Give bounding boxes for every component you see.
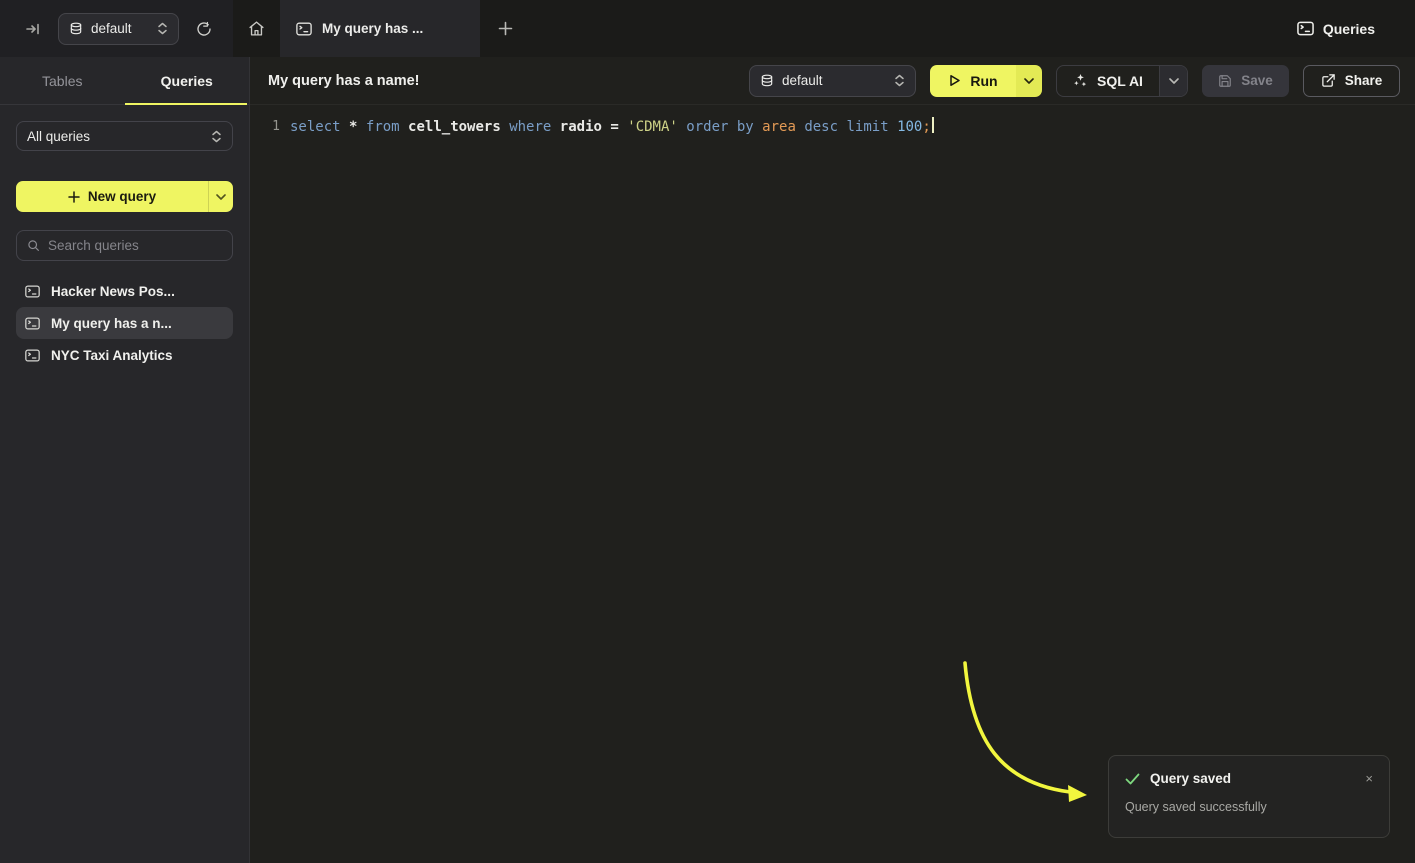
database-icon <box>69 22 83 36</box>
query-terminal-icon <box>296 22 312 36</box>
sidebar-query-item[interactable]: NYC Taxi Analytics <box>16 339 233 371</box>
main-panel: My query has a name! default <box>250 57 1415 863</box>
sidebar-query-item[interactable]: Hacker News Pos... <box>16 275 233 307</box>
sql-ai-button[interactable]: SQL AI <box>1057 66 1159 96</box>
sql-ai-label: SQL AI <box>1097 73 1143 89</box>
updown-chevron-icon <box>894 74 905 87</box>
sql-editor[interactable]: 1 select * from cell_towers where radio … <box>250 105 1415 863</box>
new-query-button[interactable]: New query <box>16 181 233 212</box>
database-icon <box>760 74 774 88</box>
topbar-database-select[interactable]: default <box>58 13 179 45</box>
tab-my-query[interactable]: My query has ... <box>280 0 480 57</box>
home-icon[interactable] <box>233 0 280 57</box>
tab-label: My query has ... <box>322 21 423 36</box>
line-number: 1 <box>250 116 280 138</box>
sidebar-query-label: My query has a n... <box>51 316 172 331</box>
run-button-group: Run <box>930 65 1042 97</box>
search-icon <box>27 239 40 252</box>
query-terminal-icon <box>25 317 40 330</box>
sidebar-tab-queries-label: Queries <box>161 73 213 89</box>
sql-ai-button-group: SQL AI <box>1056 65 1188 97</box>
run-dropdown[interactable] <box>1016 65 1042 97</box>
new-query-main[interactable]: New query <box>16 181 208 212</box>
save-button[interactable]: Save <box>1202 65 1289 97</box>
query-terminal-icon <box>25 285 40 298</box>
share-button[interactable]: Share <box>1303 65 1400 97</box>
code-line[interactable]: 1 select * from cell_towers where radio … <box>250 116 1415 138</box>
query-header: My query has a name! default <box>250 57 1415 105</box>
toolbar: default Run <box>749 65 1400 97</box>
play-icon <box>948 74 961 87</box>
sidebar-tab-queries[interactable]: Queries <box>125 57 250 104</box>
sidebar-body: All queries New query <box>0 105 249 387</box>
run-button[interactable]: Run <box>930 65 1016 97</box>
page-title: My query has a name! <box>268 73 420 89</box>
run-button-label: Run <box>970 73 997 89</box>
toast-query-saved: Query saved × Query saved successfully <box>1108 755 1390 838</box>
search-queries-box[interactable] <box>16 230 233 261</box>
queries-indicator-label: Queries <box>1323 21 1375 37</box>
updown-chevron-icon <box>157 22 168 35</box>
top-bar: default My query has ... <box>0 0 1415 57</box>
text-cursor <box>932 117 934 133</box>
plus-icon <box>68 191 80 203</box>
share-button-label: Share <box>1345 73 1383 88</box>
query-filter-value: All queries <box>27 129 203 144</box>
queries-indicator[interactable]: Queries <box>1297 0 1415 57</box>
toast-message: Query saved successfully <box>1125 800 1375 814</box>
query-list: Hacker News Pos... My query has a n... N… <box>16 275 233 371</box>
share-icon <box>1321 73 1336 88</box>
sidebar-query-label: Hacker News Pos... <box>51 284 175 299</box>
new-query-dropdown[interactable] <box>208 181 233 212</box>
code-line-content: select * from cell_towers where radio = … <box>280 116 934 138</box>
save-icon <box>1218 74 1232 88</box>
sidebar-tab-tables-label: Tables <box>42 73 82 89</box>
new-query-label: New query <box>88 189 156 204</box>
sparkles-icon <box>1073 73 1088 88</box>
collapse-sidebar-icon[interactable] <box>18 14 48 44</box>
top-bar-left: default <box>0 0 233 57</box>
sidebar-query-item[interactable]: My query has a n... <box>16 307 233 339</box>
toolbar-database-select[interactable]: default <box>749 65 916 97</box>
topbar-database-value: default <box>91 21 149 36</box>
save-button-label: Save <box>1241 73 1273 88</box>
tab-strip: My query has ... <box>233 0 1297 57</box>
check-icon <box>1125 773 1140 785</box>
sidebar-query-label: NYC Taxi Analytics <box>51 348 173 363</box>
toast-title: Query saved <box>1150 771 1353 786</box>
query-terminal-icon <box>25 349 40 362</box>
sidebar: Tables Queries All queries <box>0 57 250 863</box>
toolbar-database-value: default <box>782 73 886 88</box>
close-icon[interactable]: × <box>1363 770 1375 787</box>
search-queries-input[interactable] <box>48 238 225 253</box>
sql-ai-dropdown[interactable] <box>1159 66 1187 96</box>
updown-chevron-icon <box>211 130 222 143</box>
refresh-icon[interactable] <box>189 14 219 44</box>
query-filter-select[interactable]: All queries <box>16 121 233 151</box>
new-tab-plus-icon[interactable] <box>480 0 530 57</box>
sidebar-tabs: Tables Queries <box>0 57 249 105</box>
query-terminal-icon <box>1297 21 1314 36</box>
sidebar-tab-tables[interactable]: Tables <box>0 57 125 104</box>
